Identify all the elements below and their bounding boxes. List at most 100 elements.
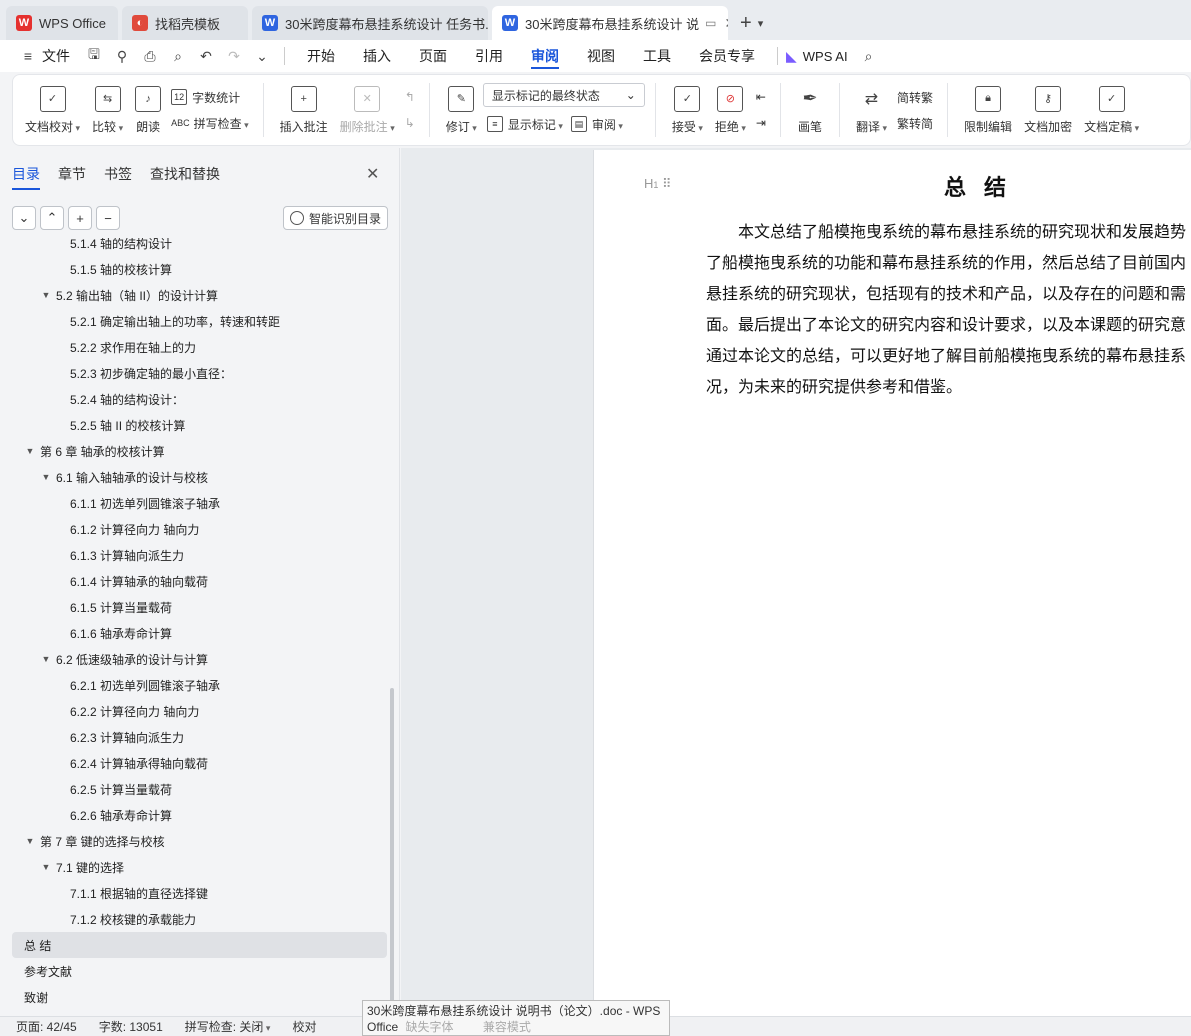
close-tab-icon[interactable]: ✕ xyxy=(724,15,728,32)
more-chevron-icon[interactable]: ⌄ xyxy=(251,45,273,67)
toc-item[interactable]: 参考文献 xyxy=(12,958,387,984)
toc-item[interactable]: 6.2.4 计算轴承得轴向载荷 xyxy=(12,750,387,776)
toc-item[interactable]: 总 结 xyxy=(12,932,387,958)
menu-tools[interactable]: 工具 xyxy=(629,40,685,72)
finalize-doc-button[interactable]: ✓ 文档定稿 xyxy=(1078,74,1145,146)
tab-wps-office[interactable]: W WPS Office xyxy=(6,6,118,40)
accept-button[interactable]: ✓ 接受 xyxy=(666,74,709,146)
nav-tab-bookmarks[interactable]: 书签 xyxy=(104,164,132,190)
toc-item[interactable]: 6.1.3 计算轴向派生力 xyxy=(12,542,387,568)
tab-spec-doc[interactable]: W 30米跨度幕布悬挂系统设计 说 ▭ ✕ xyxy=(492,6,728,40)
show-markup-button[interactable]: ≡ 显示标记 xyxy=(483,111,567,137)
to-traditional-button[interactable]: 简转繁 xyxy=(893,84,937,110)
collapse-up-button[interactable]: ⌃ xyxy=(40,206,64,230)
toc-item[interactable]: 6.2.1 初选单列圆锥滚子轴承 xyxy=(12,672,387,698)
expand-triangle-icon[interactable]: ▼ xyxy=(24,446,36,456)
document-page[interactable]: H1 ⠿ 总结 本文总结了船模拖曳系统的幕布悬挂系统的研究现状和发展趋势 了船模拖… xyxy=(593,150,1191,1016)
next-change-icon[interactable]: ⇥ xyxy=(752,110,770,136)
toc-item[interactable]: 6.1.4 计算轴承的轴向载荷 xyxy=(12,568,387,594)
review-pane-button[interactable]: ▤ 审阅 xyxy=(567,111,627,137)
nav-tab-find-replace[interactable]: 查找和替换 xyxy=(150,164,220,190)
smart-toc-button[interactable]: 智能识别目录 xyxy=(283,206,389,230)
toc-item[interactable]: 6.1.5 计算当量载荷 xyxy=(12,594,387,620)
toc-item[interactable]: 6.1.2 计算径向力 轴向力 xyxy=(12,516,387,542)
delete-comment-button[interactable]: ✕ 删除批注 xyxy=(334,74,401,146)
toc-item[interactable]: 6.2.6 轴承寿命计算 xyxy=(12,802,387,828)
wps-ai-button[interactable]: WPS AI xyxy=(803,49,848,64)
document-body[interactable]: 本文总结了船模拖曳系统的幕布悬挂系统的研究现状和发展趋势 了船模拖曳系统的功能和幕… xyxy=(706,216,1191,402)
menu-view[interactable]: 视图 xyxy=(573,40,629,72)
expand-triangle-icon[interactable]: ▼ xyxy=(40,472,52,482)
word-count-button[interactable]: 12 字数统计 xyxy=(167,84,253,110)
spell-check-status[interactable]: 拼写检查: 关闭 xyxy=(185,1018,271,1035)
document-title[interactable]: 总结 xyxy=(594,170,1191,202)
toc-item[interactable]: 5.2.3 初步确定轴的最小直径： xyxy=(12,360,387,386)
restrict-edit-button[interactable]: 🔒︎ 限制编辑 xyxy=(958,74,1018,146)
undo-icon[interactable]: ↶ xyxy=(195,45,217,67)
menu-page[interactable]: 页面 xyxy=(405,40,461,72)
insert-comment-button[interactable]: + 插入批注 xyxy=(274,74,334,146)
pen-button[interactable]: ✒ 画笔 xyxy=(791,74,829,146)
toc-item[interactable]: 6.2.5 计算当量载荷 xyxy=(12,776,387,802)
menu-references[interactable]: 引用 xyxy=(461,40,517,72)
toc-item[interactable]: ▼ 第 6 章 轴承的校核计算 xyxy=(12,438,387,464)
expand-triangle-icon[interactable]: ▼ xyxy=(40,290,52,300)
search-icon[interactable]: ⌕ xyxy=(858,45,880,67)
compare-button[interactable]: ⇆ 比较 xyxy=(86,74,129,146)
expand-triangle-icon[interactable]: ▼ xyxy=(40,654,52,664)
to-simplified-button[interactable]: 繁转简 xyxy=(893,110,937,136)
word-count-indicator[interactable]: 字数: 13051 xyxy=(99,1018,163,1035)
toc-item[interactable]: 7.1.2 校核键的承载能力 xyxy=(12,906,387,932)
translate-button[interactable]: ⇄ 翻译 xyxy=(850,74,893,146)
toc-item[interactable]: ▼ 第 7 章 键的选择与校核 xyxy=(12,828,387,854)
reject-button[interactable]: ⊘ 拒绝 xyxy=(709,74,752,146)
tab-task-doc[interactable]: W 30米跨度幕布悬挂系统设计 任务书.dc xyxy=(252,6,488,40)
menu-home[interactable]: 开始 xyxy=(293,40,349,72)
toc-item[interactable]: ▼ 6.2 低速级轴承的设计与计算 xyxy=(12,646,387,672)
toc-item[interactable]: 致谢 xyxy=(12,984,387,1010)
track-changes-button[interactable]: ✎ 修订 xyxy=(440,74,483,146)
menu-member[interactable]: 会员专享 xyxy=(685,40,769,72)
toc-item[interactable]: 5.2.5 轴 II 的校核计算 xyxy=(12,412,387,438)
print-icon[interactable]: ⎙ xyxy=(139,45,161,67)
toc-item[interactable]: ▼ 6.1 输入轴轴承的设计与校核 xyxy=(12,464,387,490)
toc-item[interactable]: 5.2.2 求作用在轴上的力 xyxy=(12,334,387,360)
toc-item[interactable]: 6.1.6 轴承寿命计算 xyxy=(12,620,387,646)
toc-item[interactable]: 6.2.2 计算径向力 轴向力 xyxy=(12,698,387,724)
add-heading-button[interactable]: + xyxy=(68,206,92,230)
print-preview-icon[interactable]: ⌕ xyxy=(167,45,189,67)
spell-check-button[interactable]: ABC 拼写检查 xyxy=(167,110,253,136)
menu-review[interactable]: 审阅 xyxy=(517,40,573,72)
toc-item[interactable]: ▼ 7.1 键的选择 xyxy=(12,854,387,880)
remove-heading-button[interactable]: − xyxy=(96,206,120,230)
menu-insert[interactable]: 插入 xyxy=(349,40,405,72)
tab-docer-templates[interactable]: ◐ 找稻壳模板 xyxy=(122,6,248,40)
toc-item[interactable]: 6.1.1 初选单列圆锥滚子轴承 xyxy=(12,490,387,516)
toc-item[interactable]: 6.2.3 计算轴向派生力 xyxy=(12,724,387,750)
markup-state-select[interactable]: 显示标记的最终状态 ⌄ xyxy=(482,83,645,107)
save-icon[interactable]: 🖫 xyxy=(83,45,105,67)
expand-triangle-icon[interactable]: ▼ xyxy=(40,862,52,872)
toc-item[interactable]: 5.2.4 轴的结构设计： xyxy=(12,386,387,412)
share-icon[interactable]: ⚲ xyxy=(111,45,133,67)
toc-item[interactable]: 5.2.1 确定输出轴上的功率，转速和转距 xyxy=(12,308,387,334)
proof-status[interactable]: 校对 xyxy=(292,1018,316,1035)
read-aloud-button[interactable]: ♪ 朗读 xyxy=(129,74,167,146)
expand-triangle-icon[interactable]: ▼ xyxy=(24,836,36,846)
toc-item[interactable]: 5.1.5 轴的校核计算 xyxy=(12,256,387,282)
toc-item[interactable]: ▼ 5.2 输出轴（轴 II）的设计计算 xyxy=(12,282,387,308)
page-indicator[interactable]: 页面: 42/45 xyxy=(16,1018,77,1035)
prev-change-icon[interactable]: ⇤ xyxy=(752,84,770,110)
doc-check-button[interactable]: ✓ 文档校对 xyxy=(19,74,86,146)
close-panel-icon[interactable]: ✕ xyxy=(366,164,379,184)
file-menu[interactable]: 文件 xyxy=(42,46,70,66)
prev-comment-icon[interactable]: ↰ xyxy=(401,84,419,110)
toc-item[interactable]: 7.1.1 根据轴的直径选择键 xyxy=(12,880,387,906)
hamburger-menu-icon[interactable]: ≡ xyxy=(17,45,39,67)
nav-tab-sections[interactable]: 章节 xyxy=(58,164,86,190)
new-tab-button[interactable]: + ▾ xyxy=(732,6,771,40)
toc-item[interactable]: 5.1.4 轴的结构设计 xyxy=(12,238,387,256)
redo-icon[interactable]: ↷ xyxy=(223,45,245,67)
next-comment-icon[interactable]: ↳ xyxy=(401,110,419,136)
nav-tab-toc[interactable]: 目录 xyxy=(12,164,40,190)
